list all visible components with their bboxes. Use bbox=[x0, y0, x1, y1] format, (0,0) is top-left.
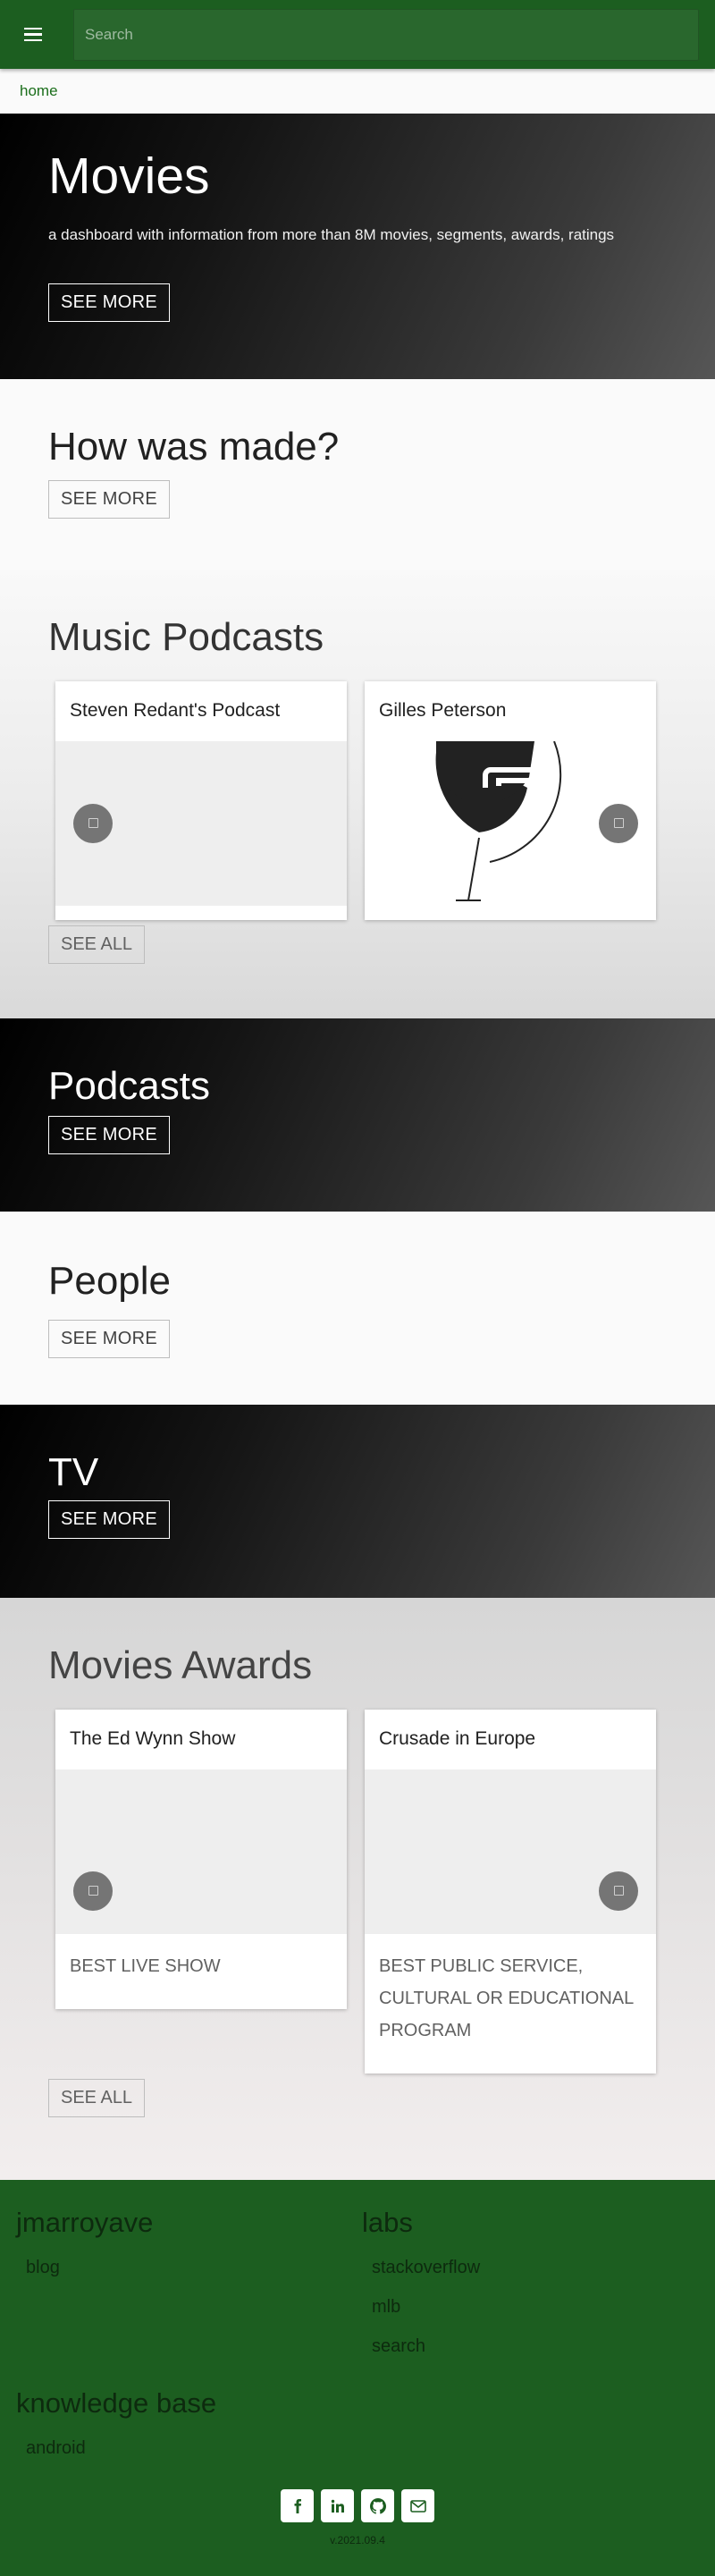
award-card-media bbox=[365, 1769, 656, 1934]
footer-link-blog[interactable]: blog bbox=[26, 2248, 153, 2287]
tv-section: TV SEE MORE bbox=[0, 1405, 715, 1598]
podcast-card[interactable]: Gilles Peterson bbox=[365, 680, 656, 920]
award-card-category: BEST PUBLIC SERVICE, CULTURAL OR EDUCATI… bbox=[379, 1955, 634, 2040]
footer-link-mlb[interactable]: mlb bbox=[372, 2287, 480, 2327]
search-box[interactable] bbox=[73, 8, 699, 61]
awards-see-all-button[interactable]: SEE ALL bbox=[48, 2078, 146, 2117]
footer-column-title: knowledge base bbox=[16, 2387, 217, 2419]
award-card-category: BEST LIVE SHOW bbox=[70, 1955, 221, 1976]
mail-icon[interactable] bbox=[401, 2489, 434, 2522]
linkedin-icon[interactable] bbox=[321, 2489, 354, 2522]
play-icon[interactable] bbox=[73, 1871, 113, 1911]
people-title: People bbox=[48, 1259, 172, 1303]
play-icon[interactable] bbox=[599, 803, 638, 843]
footer-link-search[interactable]: search bbox=[372, 2327, 480, 2366]
breadcrumb-home-link[interactable]: home bbox=[20, 82, 58, 100]
podcasts-section: Podcasts SEE MORE bbox=[0, 1018, 715, 1212]
music-podcasts-section: Music Podcasts Steven Redant's Podcast G… bbox=[0, 570, 715, 1018]
people-section: People SEE MORE bbox=[0, 1212, 715, 1405]
music-podcasts-see-all-button[interactable]: SEE ALL bbox=[48, 925, 146, 964]
how-made-section: How was made? SEE MORE bbox=[0, 379, 715, 570]
footer: jmarroyave blog labs stackoverflow mlb s… bbox=[0, 2180, 715, 2576]
award-card[interactable]: The Ed Wynn Show BEST LIVE SHOW bbox=[55, 1709, 347, 2009]
hero-see-more-button[interactable]: SEE MORE bbox=[48, 283, 170, 323]
people-see-more-button[interactable]: SEE MORE bbox=[48, 1319, 170, 1358]
menu-icon[interactable] bbox=[20, 21, 46, 48]
awards-section: Movies Awards The Ed Wynn Show BEST LIVE… bbox=[0, 1598, 715, 2180]
tv-title: TV bbox=[48, 1450, 99, 1494]
podcast-card-media bbox=[365, 740, 656, 906]
podcast-card-media bbox=[55, 740, 347, 906]
award-card-title: The Ed Wynn Show bbox=[70, 1728, 236, 1750]
footer-column-labs: labs stackoverflow mlb search bbox=[362, 2207, 480, 2366]
how-made-see-more-button[interactable]: SEE MORE bbox=[48, 479, 170, 519]
footer-column-title: labs bbox=[362, 2207, 413, 2238]
podcasts-title: Podcasts bbox=[48, 1064, 210, 1108]
footer-link-stackoverflow[interactable]: stackoverflow bbox=[372, 2248, 480, 2287]
award-card[interactable]: Crusade in Europe BEST PUBLIC SERVICE, C… bbox=[365, 1709, 656, 2073]
podcast-card-title: Gilles Peterson bbox=[379, 700, 507, 722]
play-icon[interactable] bbox=[599, 1871, 638, 1911]
podcast-card[interactable]: Steven Redant's Podcast bbox=[55, 680, 347, 920]
footer-link-android[interactable]: android bbox=[26, 2428, 216, 2468]
footer-column-jmarroyave: jmarroyave blog bbox=[16, 2207, 153, 2287]
facebook-icon[interactable] bbox=[281, 2489, 314, 2522]
tv-see-more-button[interactable]: SEE MORE bbox=[48, 1499, 170, 1539]
awards-title: Movies Awards bbox=[48, 1643, 313, 1687]
github-icon[interactable] bbox=[361, 2489, 394, 2522]
award-card-media bbox=[55, 1769, 347, 1934]
social-links bbox=[0, 2489, 715, 2522]
award-card-title: Crusade in Europe bbox=[379, 1728, 536, 1750]
music-podcasts-cards: Steven Redant's Podcast Gilles Peterson bbox=[55, 680, 715, 920]
breadcrumb: home bbox=[0, 69, 715, 114]
version-label: v.2021.09.4 bbox=[330, 2534, 385, 2546]
how-made-title: How was made? bbox=[48, 425, 340, 469]
hero-subtitle: a dashboard with information from more t… bbox=[48, 226, 615, 244]
awards-cards: The Ed Wynn Show BEST LIVE SHOW Crusade … bbox=[55, 1709, 715, 2073]
hero-section: Movies a dashboard with information from… bbox=[0, 114, 715, 379]
music-podcasts-title: Music Podcasts bbox=[48, 615, 324, 659]
podcast-card-title: Steven Redant's Podcast bbox=[70, 700, 281, 722]
hero-title: Movies bbox=[48, 148, 210, 205]
search-input[interactable] bbox=[85, 25, 687, 44]
footer-column-title: jmarroyave bbox=[16, 2207, 154, 2238]
podcasts-see-more-button[interactable]: SEE MORE bbox=[48, 1115, 170, 1154]
app-bar bbox=[0, 0, 715, 69]
footer-column-knowledge-base: knowledge base android bbox=[16, 2387, 216, 2468]
play-icon[interactable] bbox=[73, 803, 113, 843]
